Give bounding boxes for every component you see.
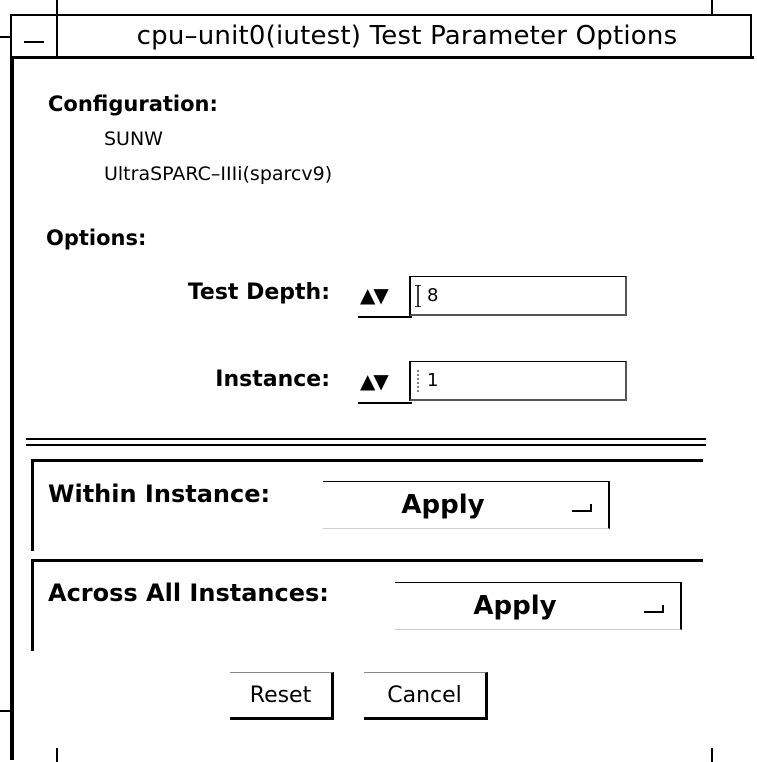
corner-tick <box>711 748 713 762</box>
cancel-button[interactable]: Cancel <box>364 672 488 720</box>
instance-spinner-icon[interactable]: ▲▼ <box>360 369 389 393</box>
titlebar-divider <box>10 56 754 59</box>
window-menu-icon[interactable] <box>12 16 58 56</box>
menu-indicator-icon <box>644 605 664 613</box>
spinner-underline <box>358 402 412 404</box>
within-instance-label: Within Instance: <box>48 480 271 508</box>
window-title: cpu–unit0(iutest) Test Parameter Options <box>136 21 678 51</box>
test-depth-value: 8 <box>427 285 439 306</box>
window-left-border[interactable] <box>10 56 14 760</box>
instance-label: Instance: <box>215 367 330 392</box>
across-instances-label: Across All Instances: <box>48 579 329 607</box>
within-instance-apply-label: Apply <box>401 490 485 520</box>
separator <box>26 438 706 440</box>
test-depth-field[interactable]: 8 <box>409 276 627 316</box>
across-instances-apply-button[interactable]: Apply <box>395 582 682 630</box>
config-vendor: SUNW <box>104 128 163 150</box>
corner-tick <box>56 0 58 14</box>
separator <box>26 444 706 446</box>
menu-indicator-icon <box>572 504 592 512</box>
instance-field[interactable]: 1 <box>409 361 627 401</box>
test-depth-spinner-icon[interactable]: ▲▼ <box>360 283 389 307</box>
text-cursor-icon <box>417 370 419 392</box>
instance-value: 1 <box>427 370 439 391</box>
options-heading: Options: <box>46 226 147 250</box>
across-instances-apply-label: Apply <box>473 591 557 621</box>
text-cursor-icon <box>415 285 421 307</box>
test-depth-label: Test Depth: <box>187 280 330 305</box>
spinner-underline <box>358 316 412 318</box>
corner-tick <box>56 748 58 762</box>
corner-tick <box>0 710 10 712</box>
window-titlebar[interactable]: cpu–unit0(iutest) Test Parameter Options <box>10 14 752 56</box>
config-cpu: UltraSPARC–IIIi(sparcv9) <box>104 163 333 185</box>
within-instance-apply-button[interactable]: Apply <box>323 481 610 529</box>
reset-button[interactable]: Reset <box>230 672 334 720</box>
corner-tick <box>0 36 10 38</box>
corner-tick <box>711 0 713 14</box>
configuration-heading: Configuration: <box>48 92 218 116</box>
